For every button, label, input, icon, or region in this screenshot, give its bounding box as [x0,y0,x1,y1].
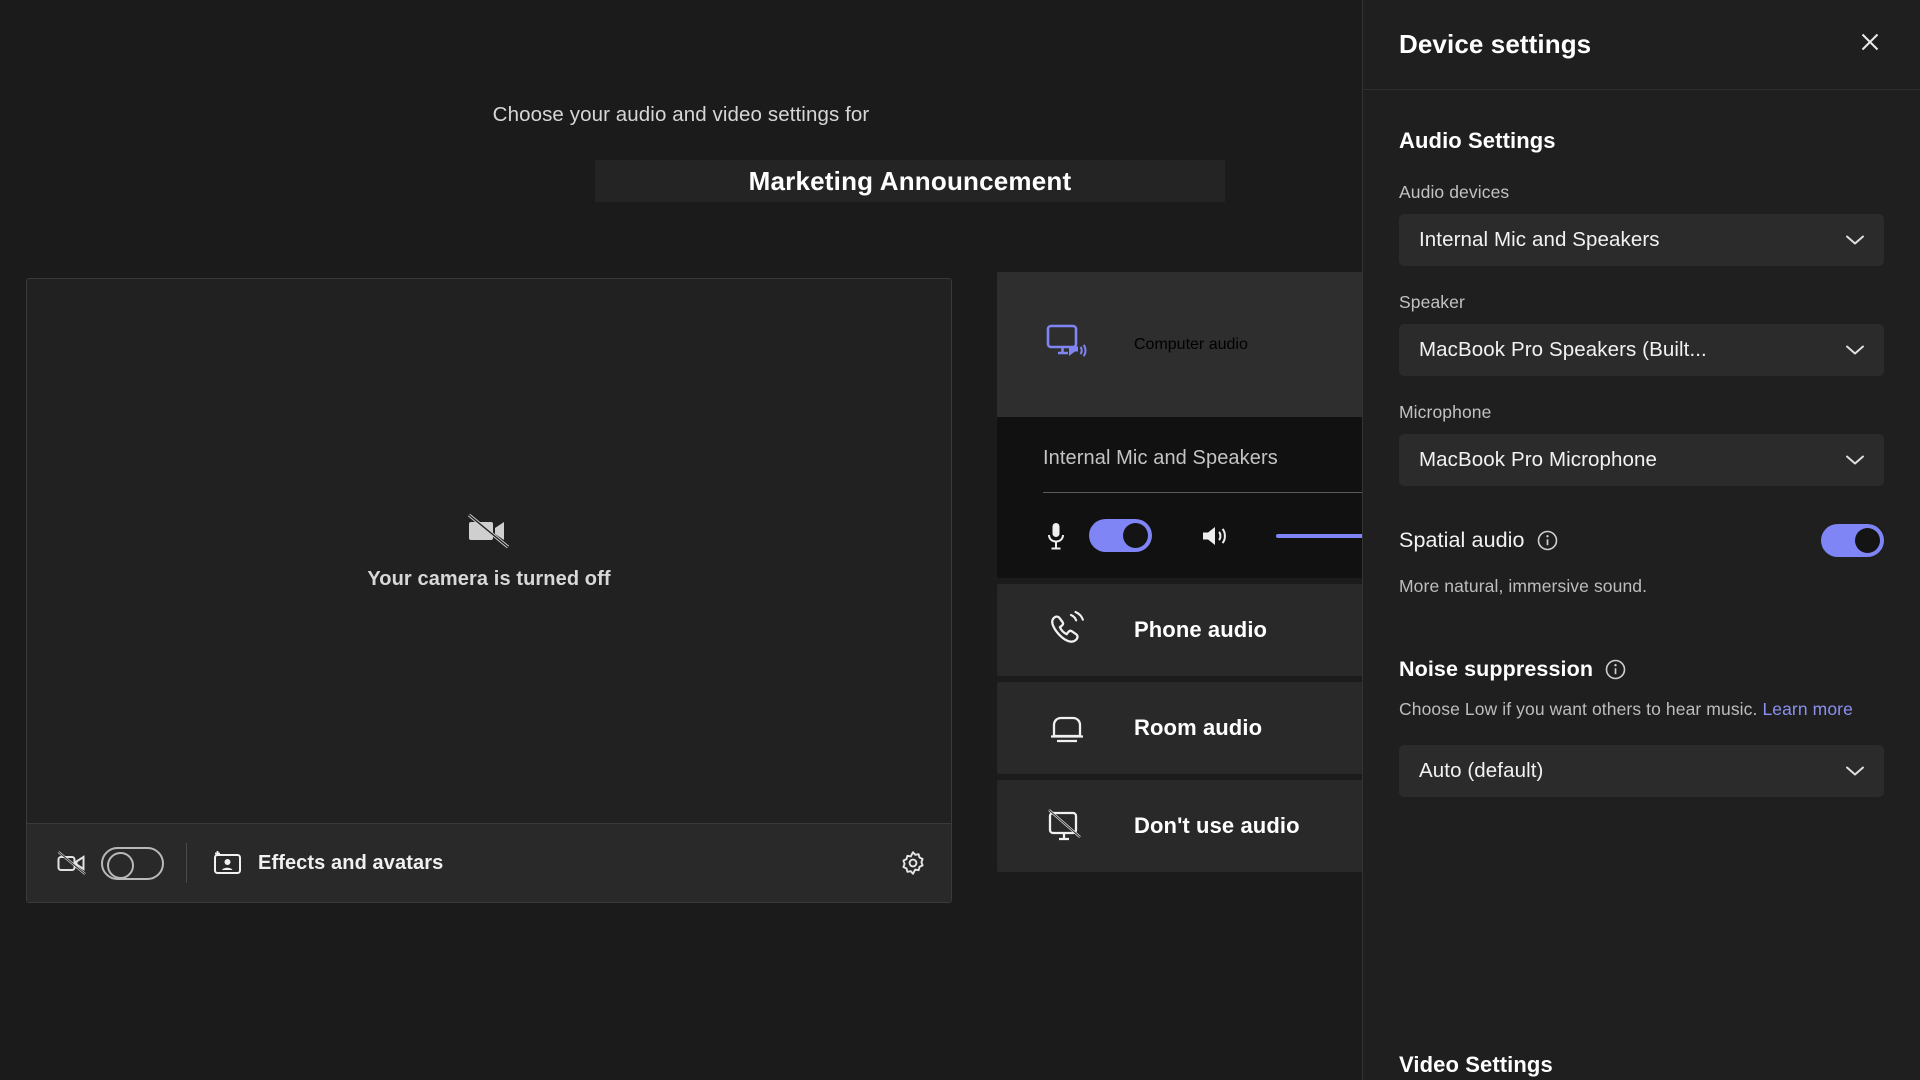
audio-devices-label: Audio devices [1399,182,1510,202]
gear-icon[interactable] [897,847,929,879]
computer-audio-option[interactable]: Computer audio Internal Mic and Speakers [997,272,1362,578]
monitor-speaker-icon [1045,322,1089,367]
spatial-audio-help-text: More natural, immersive sound. [1399,576,1648,596]
camera-preview: Your camera is turned off Effects and av… [26,278,952,903]
spatial-audio-toggle[interactable] [1821,524,1884,557]
phone-ringing-icon [1045,610,1089,650]
noise-suppression-help-prefix: Choose Low if you want others to hear mu… [1399,699,1763,720]
audio-devices-value: Internal Mic and Speakers [1419,228,1660,251]
camera-off-state: Your camera is turned off [27,279,951,824]
effects-avatar-icon [213,850,242,876]
prejoin-screen: Choose your audio and video settings for… [0,0,1920,1080]
computer-audio-expanded-controls: Internal Mic and Speakers [997,417,1362,578]
device-settings-header: Device settings [1363,0,1920,90]
audio-options-list: Computer audio Internal Mic and Speakers [997,272,1362,878]
chevron-down-icon [1844,343,1866,357]
volume-slider[interactable] [1276,533,1362,538]
speaker-icon [1200,522,1230,550]
camera-off-icon [57,850,87,876]
device-settings-body: Audio Settings Audio devices Internal Mi… [1363,90,1920,797]
effects-and-avatars-label: Effects and avatars [258,851,444,874]
microphone-value: MacBook Pro Microphone [1419,448,1658,471]
spatial-audio-label: Spatial audio [1399,528,1525,552]
chevron-down-icon [1844,453,1866,467]
dont-use-audio-label: Don't use audio [1134,813,1300,838]
microphone-toggle-switch[interactable] [1089,519,1152,552]
spatial-audio-row: Spatial audio [1399,524,1884,557]
speaker-label: Speaker [1399,292,1465,312]
noise-suppression-help-text: Choose Low if you want others to hear mu… [1399,696,1884,722]
monitor-muted-icon [1045,806,1089,846]
effects-and-avatars-button[interactable]: Effects and avatars [213,850,443,876]
dont-use-audio-option[interactable]: Don't use audio [997,780,1362,872]
camera-off-label: Your camera is turned off [367,568,611,590]
speaker-value: MacBook Pro Speakers (Built... [1419,338,1707,361]
prejoin-main-area: Choose your audio and video settings for… [0,0,1362,1080]
audio-mini-controls [997,493,1362,552]
audio-settings-heading: Audio Settings [1399,128,1556,153]
phone-audio-option[interactable]: Phone audio [997,584,1362,676]
learn-more-link[interactable]: Learn more [1762,699,1853,719]
noise-suppression-label: Noise suppression [1399,657,1594,682]
toolbar-left-group [57,846,164,880]
camera-preview-toolbar: Effects and avatars [27,823,951,902]
microphone-label: Microphone [1399,402,1492,422]
info-icon[interactable] [1537,530,1558,551]
device-settings-panel: Device settings Audio Settings Audio dev… [1362,0,1920,1080]
toolbar-divider [186,843,187,883]
prejoin-subtitle: Choose your audio and video settings for [492,103,870,126]
meeting-title-bar: Marketing Announcement [595,160,1225,202]
audio-devices-dropdown[interactable]: Internal Mic and Speakers [1399,214,1884,266]
noise-suppression-dropdown[interactable]: Auto (default) [1399,744,1884,797]
microphone-dropdown[interactable]: MacBook Pro Microphone [1399,434,1884,486]
panel-title: Device settings [1399,29,1592,59]
room-audio-label: Room audio [1134,715,1263,740]
room-audio-option[interactable]: Room audio [997,682,1362,774]
close-button[interactable] [1850,25,1890,65]
computer-audio-device-name: Internal Mic and Speakers [1043,447,1278,469]
noise-suppression-value: Auto (default) [1419,758,1544,782]
video-settings-heading: Video Settings [1399,1052,1553,1077]
chevron-down-icon [1844,764,1866,778]
camera-toggle-switch[interactable] [101,846,164,880]
phone-audio-label: Phone audio [1134,617,1268,642]
microphone-icon [1045,521,1067,551]
speaker-dropdown[interactable]: MacBook Pro Speakers (Built... [1399,324,1884,376]
noise-suppression-heading: Noise suppression [1399,657,1884,682]
computer-audio-row[interactable]: Computer audio [997,272,1362,417]
room-device-icon [1045,708,1089,748]
camera-off-icon [467,512,511,550]
info-icon[interactable] [1605,659,1626,680]
meeting-title: Marketing Announcement [748,165,1072,196]
close-icon [1858,30,1882,59]
computer-audio-label: Computer audio [1134,335,1248,353]
chevron-down-icon [1844,233,1866,247]
